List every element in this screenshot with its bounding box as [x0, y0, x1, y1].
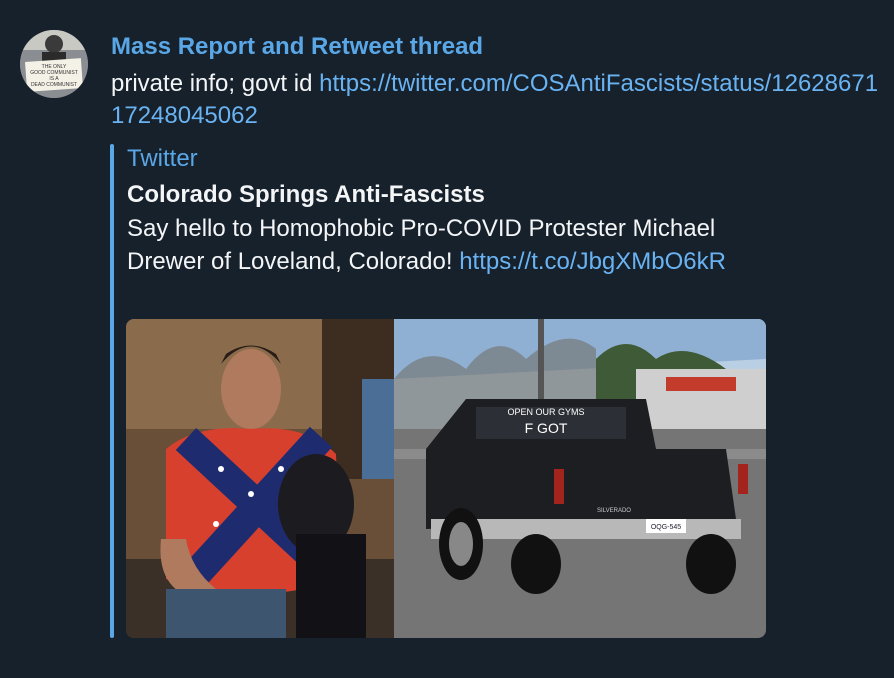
- link-preview[interactable]: Twitter Colorado Springs Anti-Fascists S…: [110, 144, 770, 638]
- preview-description-link[interactable]: https://t.co/JbgXMbO6kR: [459, 248, 726, 275]
- sender-avatar[interactable]: THE ONLY GOOD COMMUNIST IS A DEAD COMMUN…: [20, 30, 88, 98]
- preview-image[interactable]: OPEN OUR GYMS F GOT SILVERADO OQG-545: [126, 319, 766, 638]
- license-plate: OQG-545: [651, 524, 681, 531]
- preview-image-photo: OPEN OUR GYMS F GOT SILVERADO OQG-545: [126, 319, 766, 638]
- truck-text-line2: F GOT: [525, 420, 568, 436]
- message-text-prefix: private info; govt id: [111, 70, 320, 97]
- message-bubble: THE ONLY GOOD COMMUNIST IS A DEAD COMMUN…: [0, 0, 894, 678]
- preview-title: Colorado Springs Anti-Fascists: [127, 181, 485, 208]
- truck-badge: SILVERADO: [597, 508, 631, 514]
- preview-accent-bar: [110, 144, 114, 638]
- avatar-photo: THE ONLY GOOD COMMUNIST IS A DEAD COMMUN…: [20, 30, 88, 98]
- avatar-sign-line4: DEAD COMMUNIST: [31, 82, 77, 88]
- preview-site-name: Twitter: [127, 145, 198, 172]
- preview-description: Say hello to Homophobic Pro-COVID Protes…: [127, 212, 757, 278]
- truck-text-line1: OPEN OUR GYMS: [507, 407, 584, 417]
- sender-name[interactable]: Mass Report and Retweet thread: [111, 33, 483, 61]
- message-text: private info; govt id https://twitter.co…: [111, 68, 881, 132]
